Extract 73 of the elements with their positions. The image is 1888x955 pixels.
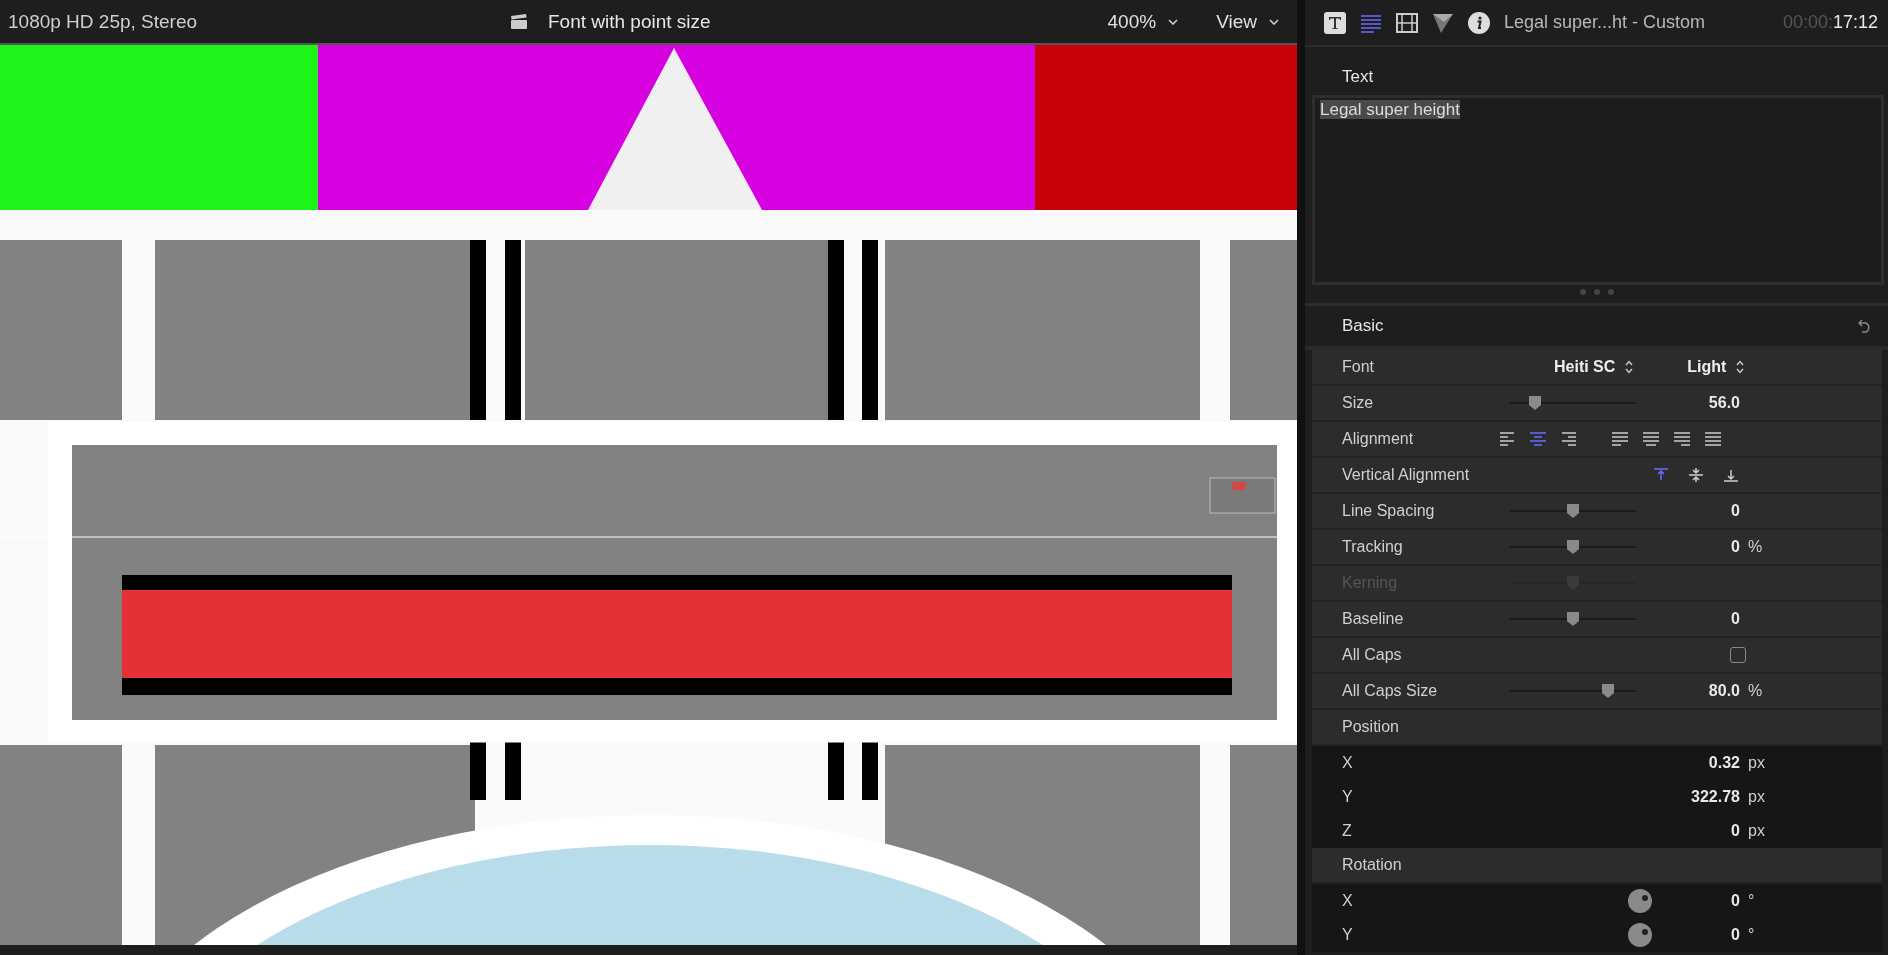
- parameter-value[interactable]: 0: [1731, 892, 1740, 910]
- parameter-value[interactable]: 0: [1731, 926, 1740, 944]
- parameter-label: All Caps Size: [1342, 682, 1438, 700]
- up-down-arrows-icon: [1625, 360, 1634, 374]
- align-top-icon[interactable]: [1652, 467, 1670, 483]
- align-center-icon[interactable]: [1529, 431, 1547, 447]
- parameter-value[interactable]: 80.0: [1708, 682, 1740, 700]
- align-justify-center-icon[interactable]: [1642, 431, 1660, 447]
- slider-thumb[interactable]: [1528, 395, 1543, 411]
- reset-icon[interactable]: [1858, 319, 1872, 333]
- dial-icon[interactable]: [1628, 923, 1652, 947]
- text-input-field[interactable]: Legal super height: [1312, 95, 1884, 285]
- slider-thumb[interactable]: [1566, 503, 1580, 519]
- parameter-label: Line Spacing: [1342, 502, 1435, 520]
- unit-label: px: [1747, 822, 1766, 840]
- parameter-label: Baseline: [1342, 610, 1404, 628]
- text-inspector-tab[interactable]: [1358, 12, 1384, 33]
- parameter-label: Y: [1342, 788, 1353, 806]
- align-right-icon[interactable]: [1560, 431, 1578, 447]
- video-inspector-tab[interactable]: [1394, 12, 1420, 33]
- parameter-label: Z: [1342, 822, 1352, 840]
- inspector-title: Legal super...ht - Custom: [1504, 12, 1706, 33]
- unit-label: %: [1747, 682, 1764, 700]
- align-bottom-icon[interactable]: [1722, 467, 1740, 483]
- parameter-label: Size: [1342, 394, 1374, 412]
- unit-label: px: [1747, 788, 1766, 806]
- parameter-label: Tracking: [1342, 538, 1403, 556]
- parameter-value[interactable]: 0: [1731, 610, 1740, 628]
- parameter-value[interactable]: 0: [1731, 502, 1740, 520]
- filter-inspector-tab[interactable]: [1430, 11, 1456, 34]
- unit-label: °: [1747, 926, 1756, 944]
- parameter-label: X: [1342, 754, 1353, 772]
- view-menu[interactable]: View: [1206, 10, 1289, 33]
- slider-thumb[interactable]: [1566, 611, 1580, 627]
- unit-label: %: [1747, 538, 1764, 556]
- slider-thumb[interactable]: [1566, 539, 1580, 555]
- zoom-menu[interactable]: 400%: [1097, 10, 1189, 33]
- up-down-arrows-icon: [1736, 360, 1745, 374]
- parameter-label: Alignment: [1342, 430, 1414, 448]
- align-left-icon[interactable]: [1498, 431, 1516, 447]
- parameter-value[interactable]: 322.78: [1691, 788, 1740, 806]
- parameter-value[interactable]: 56.0: [1708, 394, 1740, 412]
- project-title: Font with point size: [548, 10, 711, 33]
- parameter-value[interactable]: 0: [1731, 822, 1740, 840]
- clapperboard-icon: [510, 13, 528, 30]
- chevron-icon: [1168, 18, 1179, 25]
- unit-label: px: [1747, 754, 1766, 772]
- format-label: 1080p HD 25p, Stereo: [8, 10, 198, 33]
- resize-handle-icon[interactable]: [1579, 289, 1614, 295]
- dial-icon[interactable]: [1628, 889, 1652, 913]
- parameter-label: All Caps: [1342, 646, 1402, 664]
- align-justify-right-icon[interactable]: [1673, 431, 1691, 447]
- parameter-value[interactable]: 0: [1731, 538, 1740, 556]
- chevron-icon: [1269, 18, 1279, 25]
- align-justify-full-icon[interactable]: [1704, 431, 1722, 447]
- parameter-label: Rotation: [1342, 856, 1402, 874]
- font-popup[interactable]: Heiti SC: [1554, 358, 1634, 376]
- parameter-value[interactable]: 0.32: [1708, 754, 1740, 772]
- align-justify-left-icon[interactable]: [1611, 431, 1629, 447]
- parameter-label: Vertical Alignment: [1342, 466, 1470, 484]
- parameter-label: Font: [1342, 358, 1374, 376]
- unit-label: °: [1747, 892, 1756, 910]
- parameter-label: Y: [1342, 926, 1353, 944]
- section-heading: Basic: [1341, 316, 1384, 336]
- font-popup[interactable]: Light: [1687, 358, 1745, 376]
- title-inspector-tab[interactable]: [1322, 11, 1348, 34]
- parameter-label: Position: [1342, 718, 1399, 736]
- section-heading: Text: [1341, 67, 1375, 87]
- slider-thumb[interactable]: [1601, 683, 1616, 699]
- info-inspector-tab[interactable]: [1466, 11, 1492, 34]
- align-middle-icon[interactable]: [1687, 467, 1705, 483]
- parameter-label: X: [1342, 892, 1353, 910]
- checkbox[interactable]: [1730, 647, 1746, 663]
